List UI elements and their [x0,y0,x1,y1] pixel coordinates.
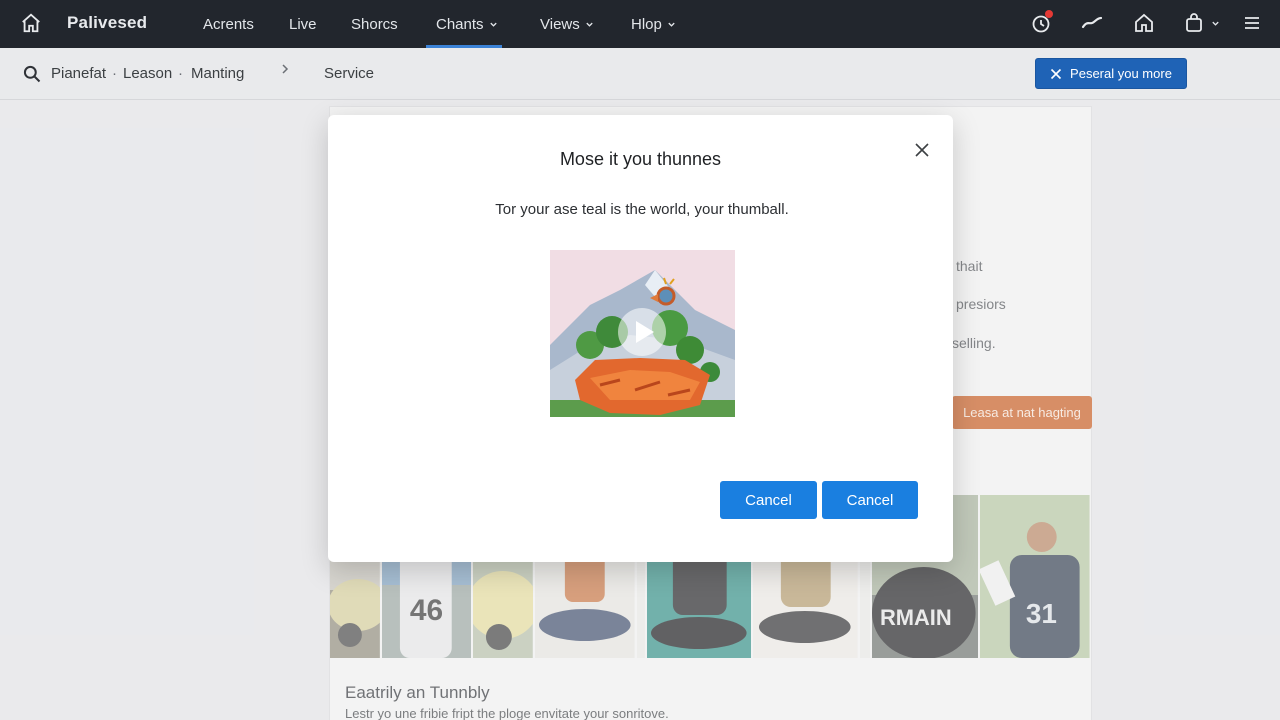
breadcrumb-bar: Pianefat · Leason · Manting Service Pese… [0,48,1280,100]
chevron-down-icon [586,22,593,27]
dialog-message: Tor your ase teal is the world, your thu… [495,201,789,218]
nav-label: Views [540,15,580,33]
close-icon[interactable] [913,141,931,159]
search-icon[interactable] [22,64,42,84]
menu-icon[interactable] [1240,11,1264,35]
nav-item-acrents[interactable]: Acrents [203,14,254,34]
breadcrumb-item[interactable]: Pianefat [51,65,106,82]
nav-item-live[interactable]: Live [289,14,317,34]
chevron-right-icon [280,62,290,80]
app-brand[interactable]: Palivesed [67,13,147,33]
chevron-down-icon [489,22,497,27]
nav-item-shorcs[interactable]: Shorcs [351,14,398,34]
cta-button[interactable]: Peseral you more [1035,58,1187,89]
cta-label: Peseral you more [1070,66,1172,81]
nav-label: Acrents [203,15,254,33]
breadcrumb-current: Service [324,65,375,82]
nav-item-views[interactable]: Views [540,14,594,34]
shopping-bag-menu[interactable] [1182,11,1222,35]
breadcrumb-separator: · [112,65,117,82]
breadcrumb-separator: · [178,65,183,82]
nav-label: Shorcs [351,15,398,33]
nav-item-chants[interactable]: Chants [436,14,498,34]
close-icon [1050,68,1062,79]
notification-badge [1045,10,1053,18]
home-icon[interactable] [20,12,42,34]
dialog-title: Mose it you thunnes [559,149,722,169]
shopping-bag-icon [1186,13,1202,32]
breadcrumb-item[interactable]: Manting [191,65,244,82]
nav-label: Live [289,15,317,33]
dialog: Mose it you thunnes Tor your ase teal is… [328,115,953,562]
cancel-button-secondary[interactable]: Cancel [822,481,918,519]
cancel-button[interactable]: Cancel [720,481,817,519]
trending-icon[interactable] [1080,11,1104,35]
video-thumbnail[interactable] [550,250,735,417]
chevron-down-icon [1212,21,1219,26]
nav-label: Chants [436,15,484,33]
breadcrumb-item[interactable]: Leason [123,65,172,82]
chevron-down-icon [668,22,675,27]
top-navigation-bar: Palivesed Acrents Live Shorcs Chants Vie… [0,0,1280,48]
home-outline-icon[interactable] [1132,11,1156,35]
nav-label: Hlop [631,15,662,33]
nav-item-hlop[interactable]: Hlop [631,14,676,34]
